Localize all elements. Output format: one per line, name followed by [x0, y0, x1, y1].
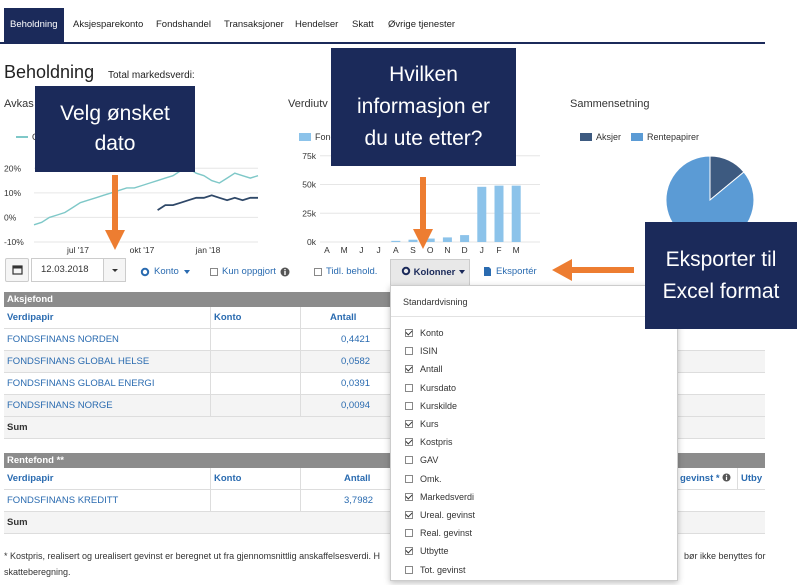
callout-hvilken-info: Hvilken informasjon er du ute etter? — [331, 48, 516, 166]
callout-velg-dato: Velg ønsket dato — [35, 86, 195, 172]
arrow-to-kolonner — [413, 177, 433, 249]
callout-eksporter-excel: Eksporter til Excel format — [645, 222, 797, 329]
arrow-to-date — [105, 175, 125, 250]
arrow-to-eksporter — [552, 259, 634, 281]
